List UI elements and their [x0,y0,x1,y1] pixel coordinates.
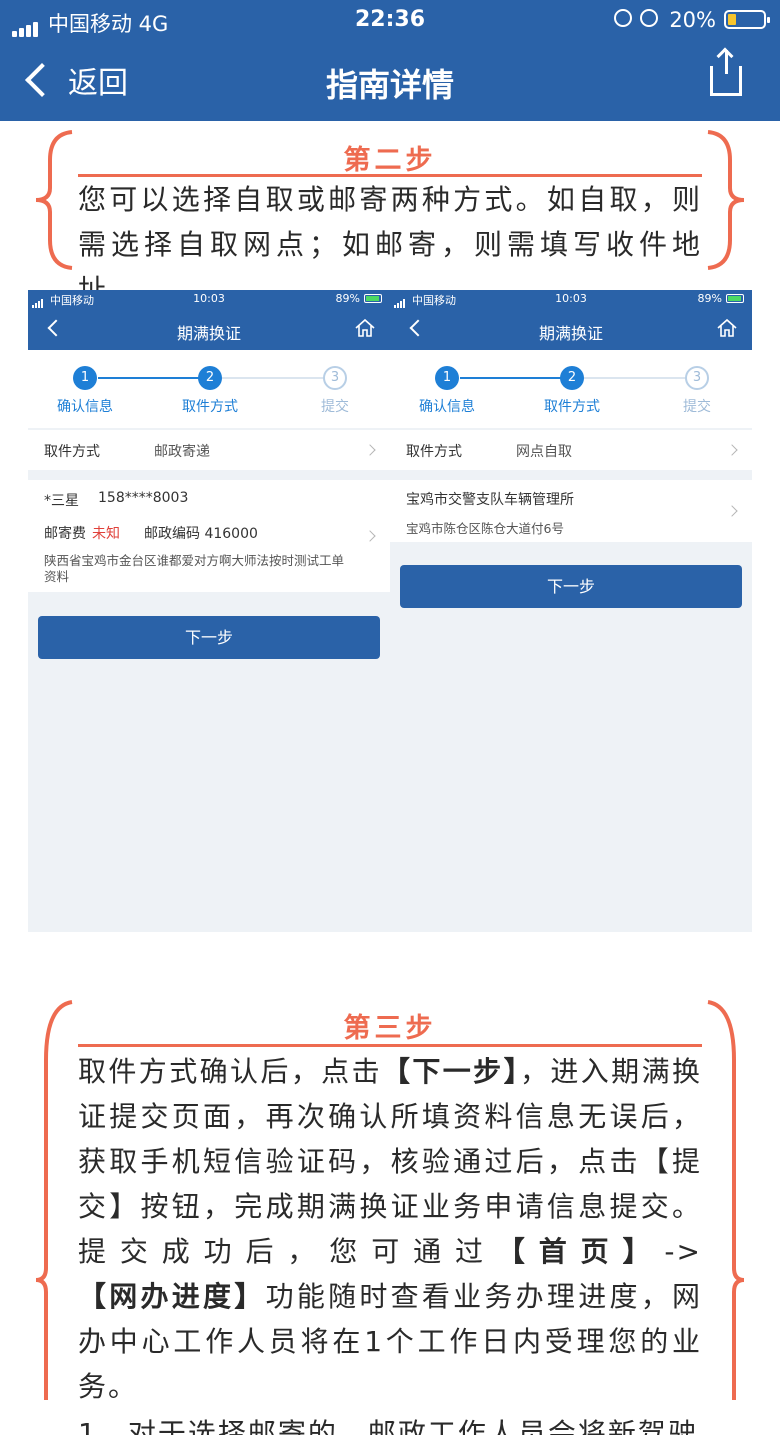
chevron-right-icon [726,444,738,456]
recipient-phone: 158****8003 [98,490,189,506]
step2-title: 第二步 [343,145,437,176]
method-value: 网点自取 [516,444,572,460]
alarm-icon [640,9,658,27]
method-value: 邮政寄递 [154,444,210,460]
step-label-1: 确认信息 [57,399,113,415]
branch-card[interactable]: 宝鸡市交警支队车辆管理所 宝鸡市陈仓区陈仓大道付6号 [390,480,752,542]
fee-label: 邮寄费 [44,526,86,542]
right-brace-icon [706,130,748,270]
postcode: 邮政编码 416000 [144,526,258,542]
phone-screenshot-pickup: 中国移动 10:03 89% 期满换证 1 2 3 确认信息 取件方式 提交 取… [390,290,752,932]
phone-nav-bar: 期满换证 [390,308,752,350]
step3-text: 取件方式确认后，点击【下一步】，进入期满换证提交页面，再次确认所填资料信息无误后… [78,1055,702,1403]
address-text: 陕西省宝鸡市金台区谁都爱对方啊大师法按时测试工单资料 [44,553,345,584]
next-button[interactable]: 下一步 [38,616,380,659]
share-icon[interactable] [710,47,742,96]
recipient-name: *三星 [44,493,79,509]
step3-cut-line: 1、对于选择邮寄的，邮政工作人员会将新驾驶 [78,1417,698,1435]
step3-box: 第三步 取件方式确认后，点击【下一步】，进入期满换证提交页面，再次确认所填资料信… [32,1000,748,1435]
step2-box: 第二步 您可以选择自取或邮寄两种方式。如自取，则需选择自取网点；如邮寄，则需填写… [32,130,748,306]
step-dot-2: 2 [560,366,584,390]
navigation-bar: 返回 指南详情 [0,40,780,121]
step-dot-1: 1 [435,366,459,390]
address-card[interactable]: *三星 158****8003 邮寄费 未知 邮政编码 416000 陕西省宝鸡… [28,480,390,592]
battery-icon [726,294,744,303]
step3-title: 第三步 [343,1013,437,1044]
left-brace-icon [32,1000,74,1400]
phone-screenshot-mail: 中国移动 10:03 89% 期满换证 1 2 3 确认信息 取件方式 提交 取… [28,290,390,932]
phone-status-bar: 中国移动 10:03 89% [28,290,390,308]
progress-highlight: 【网办进度】 [78,1280,266,1313]
next-button[interactable]: 下一步 [400,565,742,608]
example-screenshots: 中国移动 10:03 89% 期满换证 1 2 3 确认信息 取件方式 提交 取… [28,290,752,932]
method-label: 取件方式 [406,444,462,460]
battery-percent: 20% [669,8,716,32]
branch-name: 宝鸡市交警支队车辆管理所 [406,492,574,508]
next-step-highlight: 【下一步】 [381,1055,520,1088]
fee-value: 未知 [92,526,120,542]
step-label-2: 取件方式 [544,399,600,415]
chevron-right-icon [364,444,376,456]
clock: 22:36 [354,7,426,32]
progress-steps: 1 2 3 确认信息 取件方式 提交 [28,350,390,428]
step-label-1: 确认信息 [419,399,475,415]
phone-status-bar: 中国移动 10:03 89% [390,290,752,308]
step-label-3: 提交 [321,399,349,415]
phone-battery: 89% [697,292,722,305]
left-brace-icon [32,130,74,270]
pickup-method-row[interactable]: 取件方式 邮政寄递 [28,430,390,470]
phone-nav-bar: 期满换证 [28,308,390,350]
orientation-lock-icon [614,9,632,27]
step-dot-1: 1 [73,366,97,390]
chevron-right-icon [726,505,738,517]
phone-title: 期满换证 [538,324,603,343]
step-dot-3: 3 [323,366,347,390]
branch-address: 宝鸡市陈仓区陈仓大道付6号 [406,521,564,536]
progress-steps: 1 2 3 确认信息 取件方式 提交 [390,350,752,428]
chevron-right-icon [364,530,376,542]
right-brace-icon [706,1000,748,1400]
step-dot-3: 3 [685,366,709,390]
step-label-2: 取件方式 [182,399,238,415]
battery-icon [724,10,770,29]
phone-battery: 89% [335,292,360,305]
status-bar: 中国移动 4G 22:36 20% [0,0,780,40]
phone-title: 期满换证 [176,324,241,343]
pickup-method-row[interactable]: 取件方式 网点自取 [390,430,752,470]
step-dot-2: 2 [198,366,222,390]
method-label: 取件方式 [44,444,100,460]
battery-icon [364,294,382,303]
home-highlight: 【首页】 [496,1235,665,1268]
home-icon[interactable] [716,318,738,338]
top-bar: 中国移动 4G 22:36 20% 返回 指南详情 [0,0,780,121]
step-label-3: 提交 [683,399,711,415]
home-icon[interactable] [354,318,376,338]
page-title: 指南详情 [325,66,454,104]
